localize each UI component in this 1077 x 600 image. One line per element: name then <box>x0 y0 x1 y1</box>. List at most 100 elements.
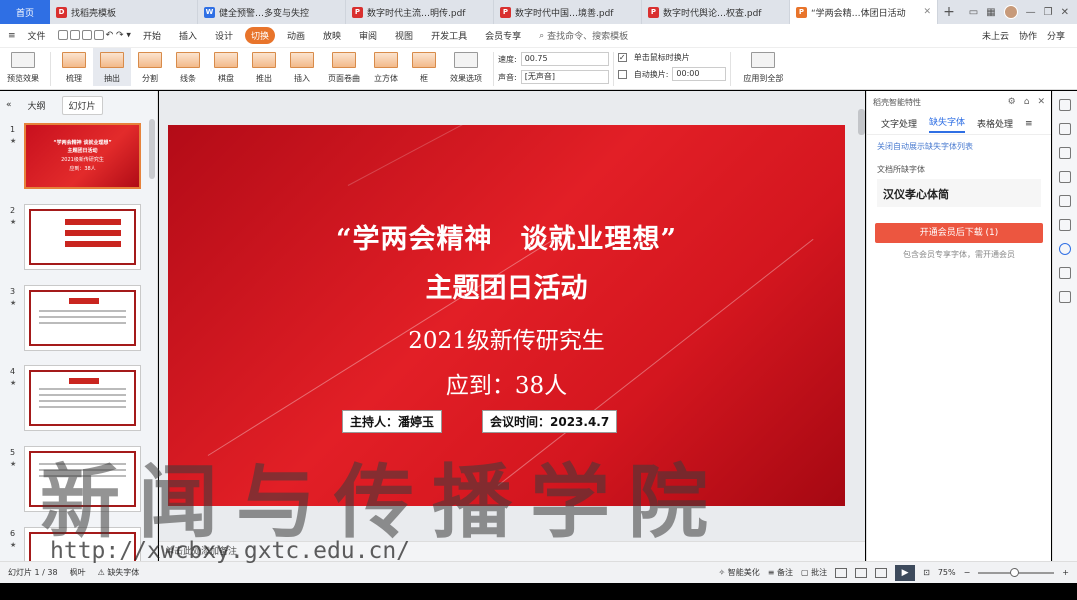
missing-font-item[interactable]: 汉仪孝心体简 <box>877 179 1041 207</box>
effect-options-button[interactable]: 效果选项 <box>443 48 489 84</box>
effect-checkerboard[interactable]: 棋盘 <box>207 48 245 84</box>
disable-auto-list-link[interactable]: 关闭自动展示缺失字体列表 <box>867 135 1051 158</box>
tab-outline[interactable]: 大纲 <box>22 97 52 114</box>
collapse-icon[interactable]: « <box>6 100 12 110</box>
command-search[interactable]: ⌕ 查找命令、搜索模板 <box>539 29 628 43</box>
minimize-icon[interactable]: — <box>1026 7 1036 18</box>
menu-transition[interactable]: 切换 <box>244 27 275 44</box>
zoom-in-icon[interactable]: + <box>1062 568 1069 577</box>
missing-font-status[interactable]: ⚠ 缺失字体 <box>98 567 140 578</box>
settings-icon[interactable]: ⚙ <box>1008 97 1016 107</box>
collab-button[interactable]: 协作 <box>1019 29 1037 42</box>
object-icon[interactable] <box>1059 171 1071 183</box>
menu-start[interactable]: 开始 <box>137 27 167 44</box>
export-icon[interactable] <box>69 30 80 41</box>
date-box[interactable]: 会议时间：2023.4.7 <box>482 410 618 433</box>
menu-review[interactable]: 审阅 <box>353 27 383 44</box>
grid-icon[interactable]: ▦ <box>986 7 995 18</box>
translate-icon[interactable] <box>1059 267 1071 279</box>
hamburger-icon[interactable]: ≡ <box>8 31 16 41</box>
pen-icon[interactable] <box>1059 219 1071 231</box>
notes-area[interactable]: 单击此处添加备注 <box>159 541 865 561</box>
close-icon[interactable]: ✕ <box>923 7 931 17</box>
home-tab[interactable]: 首页 <box>0 0 50 24</box>
panel-close-icon[interactable]: ✕ <box>1037 97 1045 107</box>
share-button[interactable]: 分享 <box>1047 29 1065 42</box>
doc-tab[interactable]: D 找稻壳模板 <box>50 0 198 24</box>
smart-beautify-button[interactable]: ✧ 智能美化 <box>719 567 760 578</box>
zoom-slider-knob[interactable] <box>1009 567 1019 577</box>
menu-developer[interactable]: 开发工具 <box>425 27 473 44</box>
doc-tab[interactable]: W 健全预警…多变与失控 <box>198 0 346 24</box>
preview-icon[interactable] <box>93 30 104 41</box>
zoom-slider[interactable] <box>978 567 1055 577</box>
tab-slides[interactable]: 幻灯片 <box>61 95 103 115</box>
restore-icon[interactable]: ❐ <box>1044 7 1053 18</box>
slide-thumbnail[interactable]: 1 ★ “学两会精神 谈就业理想” 主题团日活动 2021级新传研究生 应到：3… <box>0 123 150 195</box>
effect-page-curl[interactable]: 页面卷曲 <box>321 48 367 84</box>
doc-tab-active[interactable]: P “学两会精…体团日活动 ✕ <box>790 0 938 24</box>
effect-split[interactable]: 分割 <box>131 48 169 84</box>
layout-icon[interactable]: ▭ <box>969 7 978 18</box>
slide-subtitle[interactable]: 主题团日活动 <box>168 266 845 305</box>
auto-time-input[interactable]: 00:00 <box>672 67 727 81</box>
pin-icon[interactable]: ⌂ <box>1024 97 1030 107</box>
preview-effect-button[interactable]: 预览效果 <box>0 48 46 84</box>
zoom-out-icon[interactable]: − <box>964 568 971 577</box>
slide-canvas[interactable]: “学两会精神 谈就业理想” 主题团日活动 2021级新传研究生 应到：38人 主… <box>159 91 865 561</box>
shape-icon[interactable] <box>1059 123 1071 135</box>
apply-all-button[interactable]: 应用到全部 <box>735 48 791 84</box>
fit-icon[interactable]: ⊡ <box>923 568 930 577</box>
notes-button[interactable]: ≡ 备注 <box>768 567 793 578</box>
avatar[interactable] <box>1003 5 1018 19</box>
undo-icon[interactable]: ↶ <box>106 31 114 41</box>
comments-button[interactable]: ▢ 批注 <box>801 567 827 578</box>
menu-file[interactable]: 文件 <box>22 27 52 44</box>
zoom-value[interactable]: 75% <box>938 568 956 577</box>
menu-view[interactable]: 视图 <box>389 27 419 44</box>
tab-table-processing[interactable]: 表格处理 <box>977 117 1013 130</box>
menu-design[interactable]: 设计 <box>209 27 239 44</box>
doc-tab[interactable]: P 数字时代中国…境善.pdf <box>494 0 642 24</box>
tab-text-processing[interactable]: 文字处理 <box>881 117 917 130</box>
effect-lines[interactable]: 线条 <box>169 48 207 84</box>
effect-insert[interactable]: 插入 <box>283 48 321 84</box>
slide-thumbnail[interactable]: 2 ★ <box>0 204 150 276</box>
panel-menu-icon[interactable]: ≡ <box>1025 119 1033 129</box>
host-box[interactable]: 主持人：潘婷玉 <box>342 410 443 433</box>
sound-select[interactable]: [无声音] <box>520 70 609 84</box>
speed-input[interactable]: 00.75 <box>520 52 609 66</box>
slide-class-line[interactable]: 2021级新传研究生 <box>168 321 845 355</box>
select-icon[interactable] <box>1059 99 1071 111</box>
window-close-icon[interactable]: ✕ <box>1061 7 1069 18</box>
slide-thumbnail[interactable]: 3 ★ <box>0 285 150 357</box>
slide-thumbnail[interactable]: 5 ★ <box>0 446 150 518</box>
slide-thumbnail[interactable]: 4 ★ <box>0 365 150 437</box>
save-icon[interactable] <box>57 30 68 41</box>
effect-comb[interactable]: 梳理 <box>55 48 93 84</box>
menu-animation[interactable]: 动画 <box>281 27 311 44</box>
current-slide[interactable]: “学两会精神 谈就业理想” 主题团日活动 2021级新传研究生 应到：38人 主… <box>168 125 845 506</box>
normal-view-icon[interactable] <box>835 567 848 578</box>
add-tab-button[interactable]: + <box>938 0 960 24</box>
effect-pull[interactable]: 抽出 <box>93 48 131 86</box>
layer-icon[interactable] <box>1059 195 1071 207</box>
menu-member[interactable]: 会员专享 <box>479 27 527 44</box>
menu-insert[interactable]: 插入 <box>173 27 203 44</box>
vip-download-button[interactable]: 开通会员后下载 (1) <box>875 223 1043 243</box>
menu-slideshow[interactable]: 放映 <box>317 27 347 44</box>
smart-feature-icon[interactable] <box>1059 243 1071 255</box>
effect-cube[interactable]: 立方体 <box>367 48 405 84</box>
tab-missing-fonts[interactable]: 缺失字体 <box>929 115 966 133</box>
sorter-view-icon[interactable] <box>855 567 868 578</box>
slide-attendance-line[interactable]: 应到：38人 <box>168 366 845 400</box>
more-icon[interactable]: ▾ <box>126 31 131 41</box>
help-icon[interactable] <box>1059 291 1071 303</box>
effect-box[interactable]: 框 <box>405 48 443 84</box>
cloud-button[interactable]: 未上云 <box>982 29 1009 42</box>
doc-tab[interactable]: P 数字时代主流…明传.pdf <box>346 0 494 24</box>
star-icon[interactable] <box>1059 147 1071 159</box>
canvas-scrollbar[interactable] <box>858 109 865 135</box>
slide-title[interactable]: “学两会精神 谈就业理想” <box>168 217 845 256</box>
print-icon[interactable] <box>81 30 92 41</box>
